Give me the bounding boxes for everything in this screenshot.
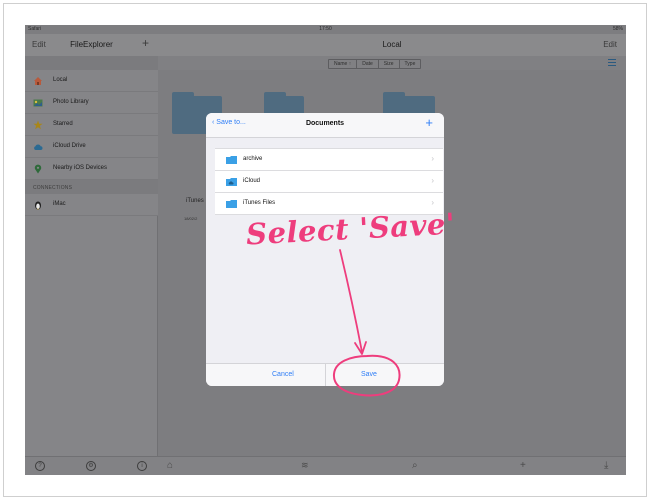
- sort-bar: Name ↑ Date Size Type: [158, 56, 626, 70]
- sidebar-item-label: Starred: [53, 121, 73, 127]
- sidebar-item-label: iMac: [53, 201, 66, 207]
- location-pin-icon: [34, 164, 42, 174]
- main-header: Local Edit: [158, 34, 626, 56]
- sort-type-button[interactable]: Type: [400, 60, 421, 68]
- sidebar-item-starred[interactable]: Starred: [25, 114, 158, 136]
- folder-name: iCloud: [243, 178, 261, 184]
- sidebar: Edit FileExplorer + Local Photo Library …: [25, 34, 158, 475]
- chevron-right-icon: ›: [431, 154, 434, 163]
- photo-library-icon: [33, 99, 43, 107]
- background-item-label: iTunes: [186, 198, 204, 204]
- help-icon[interactable]: ?: [35, 461, 45, 471]
- sidebar-spacer: [25, 56, 158, 70]
- folder-row-icloud[interactable]: iCloud ›: [215, 171, 443, 193]
- background-item-date: 18/02/2: [184, 216, 198, 221]
- sidebar-item-label: Nearby iOS Devices: [53, 165, 108, 171]
- connections-header-label: CONNECTIONS: [33, 185, 73, 191]
- info-icon[interactable]: i: [137, 461, 147, 471]
- sort-segmented-control: Name ↑ Date Size Type: [328, 59, 422, 69]
- dialog-title: Documents: [305, 120, 345, 127]
- status-time: 17:50: [319, 26, 332, 32]
- dialog-footer: Cancel Save: [206, 363, 444, 386]
- download-icon[interactable]: ⤓: [604, 460, 608, 471]
- chevron-right-icon: ›: [431, 198, 434, 207]
- cloud-folder-icon: [226, 178, 237, 186]
- star-icon: [33, 120, 43, 130]
- status-battery: 58%: [612, 26, 623, 32]
- sort-size-button[interactable]: Size: [379, 60, 400, 68]
- sidebar-item-photo-library[interactable]: Photo Library: [25, 92, 158, 114]
- sidebar-item-local[interactable]: Local: [25, 70, 158, 92]
- folder-icon: [226, 200, 237, 208]
- cloud-icon: [34, 144, 43, 150]
- connections-section-header: CONNECTIONS: [25, 180, 158, 194]
- save-to-dialog: ‹ Save to... Documents + archive › iClou…: [206, 113, 444, 386]
- main-edit-button[interactable]: Edit: [603, 40, 617, 49]
- cancel-button[interactable]: Cancel: [272, 371, 294, 378]
- house-icon: [34, 77, 42, 85]
- search-icon[interactable]: ⌕: [412, 460, 418, 471]
- folder-row-archive[interactable]: archive ›: [215, 149, 443, 171]
- plus-icon[interactable]: +: [425, 115, 433, 130]
- sort-name-button[interactable]: Name ↑: [329, 60, 358, 68]
- plus-icon[interactable]: +: [142, 36, 149, 50]
- list-view-icon[interactable]: [608, 59, 616, 66]
- main-title: Local: [382, 40, 402, 49]
- home-icon[interactable]: ⌂: [167, 460, 173, 471]
- sidebar-item-icloud-drive[interactable]: iCloud Drive: [25, 136, 158, 158]
- folder-icon: [226, 156, 237, 164]
- chevron-right-icon: ›: [431, 176, 434, 185]
- sidebar-item-nearby-ios-devices[interactable]: Nearby iOS Devices: [25, 158, 158, 180]
- status-bar: Safari 17:50 58%: [25, 25, 626, 34]
- plus-icon[interactable]: +: [520, 460, 526, 471]
- sidebar-item-label: Local: [53, 77, 68, 83]
- dialog-header: ‹ Save to... Documents +: [206, 113, 444, 138]
- sidebar-header: Edit FileExplorer +: [25, 34, 158, 56]
- folder-name: archive: [243, 156, 263, 162]
- sidebar-toolbar: ? ⚙ i: [25, 456, 158, 475]
- linux-penguin-icon: [35, 201, 41, 210]
- folder-name: iTunes Files: [243, 200, 276, 206]
- folder-list: archive › iCloud › iTunes Files ›: [215, 148, 443, 215]
- sidebar-item-label: Photo Library: [53, 99, 89, 105]
- sidebar-title: FileExplorer: [70, 40, 113, 49]
- wifi-icon[interactable]: ≋: [301, 460, 309, 471]
- sidebar-list: Local Photo Library Starred iCloud Drive…: [25, 70, 158, 216]
- main-toolbar: ⌂ ≋ ⌕ + ⤓: [158, 456, 626, 475]
- sidebar-item-imac[interactable]: iMac: [25, 194, 158, 216]
- sort-date-button[interactable]: Date: [357, 60, 379, 68]
- sidebar-item-label: iCloud Drive: [53, 143, 86, 149]
- save-button[interactable]: Save: [361, 371, 377, 378]
- footer-divider: [325, 364, 326, 386]
- settings-gear-icon[interactable]: ⚙: [86, 461, 96, 471]
